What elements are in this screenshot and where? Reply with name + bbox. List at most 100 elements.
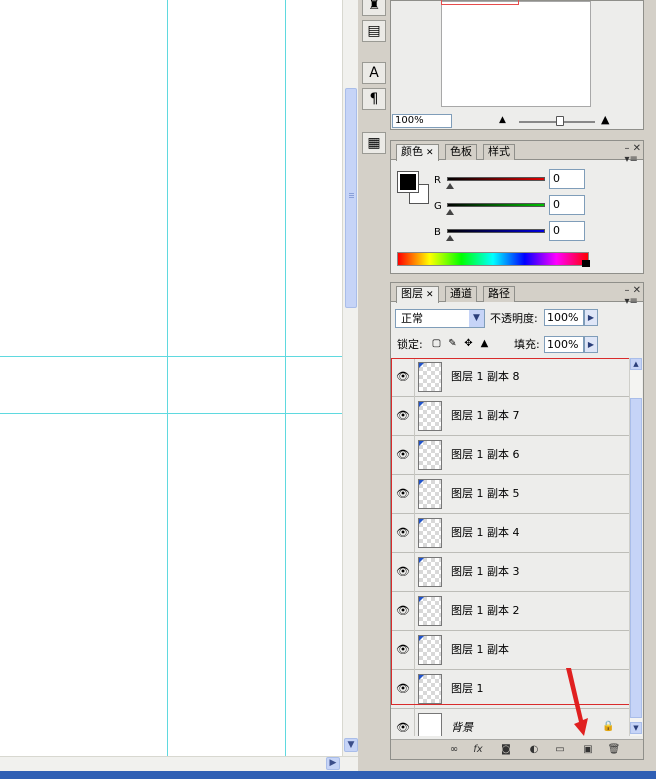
opacity-input[interactable]: 100%	[544, 309, 584, 326]
tab-channels[interactable]: 通道	[445, 286, 477, 302]
lock-position-icon[interactable]: ✥	[463, 338, 474, 349]
document-canvas[interactable]	[0, 0, 342, 756]
scroll-up-button[interactable]: ▲	[630, 358, 642, 370]
layer-thumbnail	[418, 674, 442, 704]
eye-icon[interactable]: 👁	[395, 409, 411, 423]
layer-thumbnail	[418, 635, 442, 665]
layer-thumbnail	[418, 518, 442, 548]
opacity-label: 不透明度:	[490, 312, 538, 325]
brush-tool-icon[interactable]: ♜	[362, 0, 386, 16]
layer-name: 图层 1 副本	[451, 643, 509, 656]
eye-icon[interactable]: 👁	[395, 643, 411, 657]
layer-thumbnail	[418, 401, 442, 431]
view-box[interactable]	[441, 0, 519, 5]
layer-mask-icon[interactable]: ◙	[499, 743, 513, 757]
lock-image-icon[interactable]: ✎	[447, 338, 458, 349]
layer-thumbnail	[418, 362, 442, 392]
layer-row[interactable]: 👁 图层 1 副本 3	[391, 553, 629, 592]
tab-swatches[interactable]: 色板	[445, 144, 477, 160]
fill-input[interactable]: 100%	[544, 336, 584, 353]
layers-scrollbar[interactable]: ▲ ▼	[629, 358, 642, 736]
slider-blue-handle[interactable]	[446, 235, 454, 241]
layer-comps-icon[interactable]: ▦	[362, 132, 386, 154]
link-layers-icon[interactable]: ∞	[447, 743, 461, 757]
tab-styles[interactable]: 样式	[483, 144, 515, 160]
slider-red-handle[interactable]	[446, 183, 454, 189]
layer-name: 图层 1 副本 6	[451, 448, 520, 461]
scroll-down-button[interactable]: ▼	[344, 738, 358, 752]
tab-layers[interactable]: 图层 ✕	[396, 286, 439, 303]
scroll-thumb[interactable]	[630, 398, 642, 718]
layer-name: 背景	[451, 721, 473, 734]
eye-icon[interactable]: 👁	[395, 682, 411, 696]
clone-tool-icon[interactable]: ▤	[362, 20, 386, 42]
eye-icon[interactable]: 👁	[395, 526, 411, 540]
adjustment-layer-icon[interactable]: ◐	[527, 743, 541, 757]
tab-color[interactable]: 颜色 ✕	[396, 144, 439, 161]
vertical-scrollbar[interactable]: ▼	[342, 0, 358, 756]
color-ramp[interactable]	[397, 252, 590, 267]
guide-horizontal	[0, 413, 342, 414]
slider-blue[interactable]	[447, 229, 545, 233]
layer-style-icon[interactable]: fx	[471, 743, 485, 757]
toolbar-column: ♜ ▤ A ¶ ▦	[360, 0, 388, 160]
eye-icon[interactable]: 👁	[395, 370, 411, 384]
zoom-out-icon[interactable]: ▲	[499, 115, 506, 125]
horizontal-scrollbar[interactable]: ▶	[0, 756, 358, 771]
channel-label-r: R	[434, 175, 441, 186]
scroll-right-button[interactable]: ▶	[326, 757, 340, 770]
new-group-icon[interactable]: ▭	[553, 743, 567, 757]
opacity-arrow-button[interactable]: ▶	[584, 309, 598, 326]
layers-footer: ∞ fx ◙ ◐ ▭ ▣ 🗑	[391, 739, 643, 759]
zoom-in-icon[interactable]: ▲	[601, 113, 609, 126]
input-blue[interactable]: 0	[549, 221, 585, 241]
layer-row[interactable]: 👁 图层 1 副本 8	[391, 358, 629, 397]
guide-vertical	[167, 0, 168, 756]
slider-green[interactable]	[447, 203, 545, 207]
navigator-thumbnail[interactable]	[441, 1, 591, 107]
eye-icon[interactable]: 👁	[395, 604, 411, 618]
blend-mode-select[interactable]: 正常 ▼	[395, 309, 485, 328]
zoom-field[interactable]: 100%	[392, 114, 452, 128]
lock-all-icon[interactable]: ▲	[479, 338, 490, 349]
input-red[interactable]: 0	[549, 169, 585, 189]
layer-row[interactable]: 👁 图层 1 副本	[391, 631, 629, 670]
layer-thumbnail	[418, 596, 442, 626]
close-icon[interactable]: ✕	[426, 148, 434, 158]
panel-menu-icon[interactable]: – ✕ ▾≡	[624, 143, 641, 165]
layer-row[interactable]: 👁 图层 1 副本 6	[391, 436, 629, 475]
panel-menu-icon[interactable]: – ✕ ▾≡	[624, 285, 641, 307]
paragraph-icon[interactable]: ¶	[362, 88, 386, 110]
layer-name: 图层 1 副本 5	[451, 487, 520, 500]
fill-label: 填充:	[514, 338, 540, 351]
lock-icon: 🔒	[602, 721, 615, 732]
trash-icon[interactable]: 🗑	[607, 743, 621, 757]
layer-row[interactable]: 👁 图层 1 副本 4	[391, 514, 629, 553]
eye-icon[interactable]: 👁	[395, 487, 411, 501]
layer-row[interactable]: 👁 图层 1 副本 7	[391, 397, 629, 436]
lock-label: 锁定:	[397, 338, 423, 351]
layer-thumbnail	[418, 713, 442, 736]
scroll-thumb[interactable]	[345, 88, 357, 308]
eye-icon[interactable]: 👁	[395, 448, 411, 462]
fill-arrow-button[interactable]: ▶	[584, 336, 598, 353]
navigator-panel: 100% ▲ ▲	[390, 0, 644, 130]
layer-row[interactable]: 👁 图层 1 副本 2	[391, 592, 629, 631]
layers-panel: 图层 ✕ 通道 路径 – ✕ ▾≡ 正常 ▼ 不透明度: 100% ▶ 锁定: ▢ ✎…	[390, 282, 644, 760]
zoom-slider-handle[interactable]	[556, 116, 564, 126]
layer-row[interactable]: 👁 图层 1 副本 5	[391, 475, 629, 514]
new-layer-icon[interactable]: ▣	[581, 743, 595, 757]
character-icon[interactable]: A	[362, 62, 386, 84]
tab-paths[interactable]: 路径	[483, 286, 515, 302]
slider-green-handle[interactable]	[446, 209, 454, 215]
close-icon[interactable]: ✕	[426, 290, 434, 300]
slider-red[interactable]	[447, 177, 545, 181]
eye-icon[interactable]: 👁	[395, 565, 411, 579]
blend-mode-value: 正常	[401, 312, 423, 325]
lock-transparency-icon[interactable]: ▢	[431, 338, 442, 349]
layer-name: 图层 1 副本 7	[451, 409, 520, 422]
input-green[interactable]: 0	[549, 195, 585, 215]
scroll-down-button[interactable]: ▼	[630, 722, 642, 734]
foreground-color-swatch[interactable]	[397, 171, 419, 193]
eye-icon[interactable]: 👁	[395, 721, 411, 735]
